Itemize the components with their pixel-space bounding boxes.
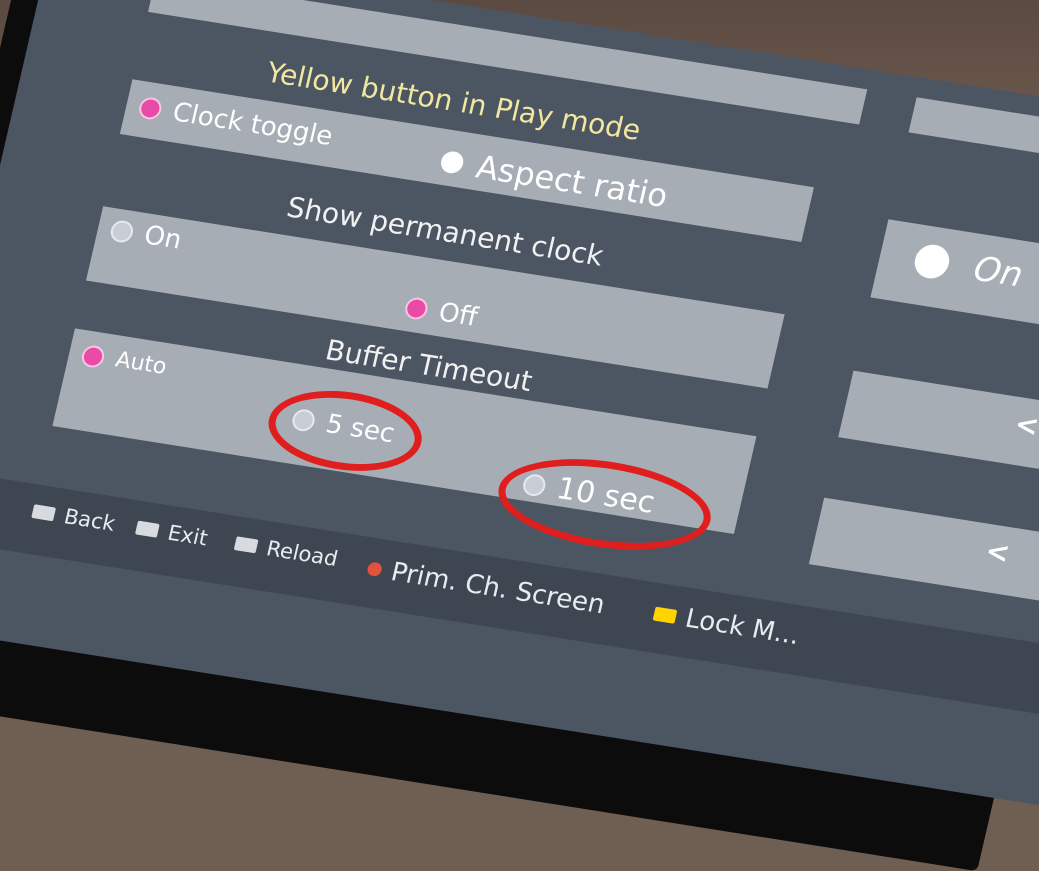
option-label: Off — [435, 297, 481, 333]
radio-selected-icon — [82, 345, 105, 367]
toggle-icon — [911, 242, 953, 281]
toggle-label: On — [969, 248, 1027, 296]
yellow-key-icon — [652, 606, 678, 624]
radio-selected-icon — [405, 298, 428, 319]
back-key-icon — [31, 504, 57, 522]
exit-key-icon — [134, 520, 160, 538]
red-key-icon — [366, 561, 384, 578]
option-label: On — [141, 220, 185, 256]
radio-icon — [110, 221, 133, 242]
reload-key-icon — [233, 536, 259, 554]
radio-selected-icon — [139, 98, 162, 119]
radio-icon — [438, 149, 466, 175]
right-arrow-panel-1[interactable] — [838, 370, 1039, 485]
top-right-partial — [908, 97, 1039, 180]
